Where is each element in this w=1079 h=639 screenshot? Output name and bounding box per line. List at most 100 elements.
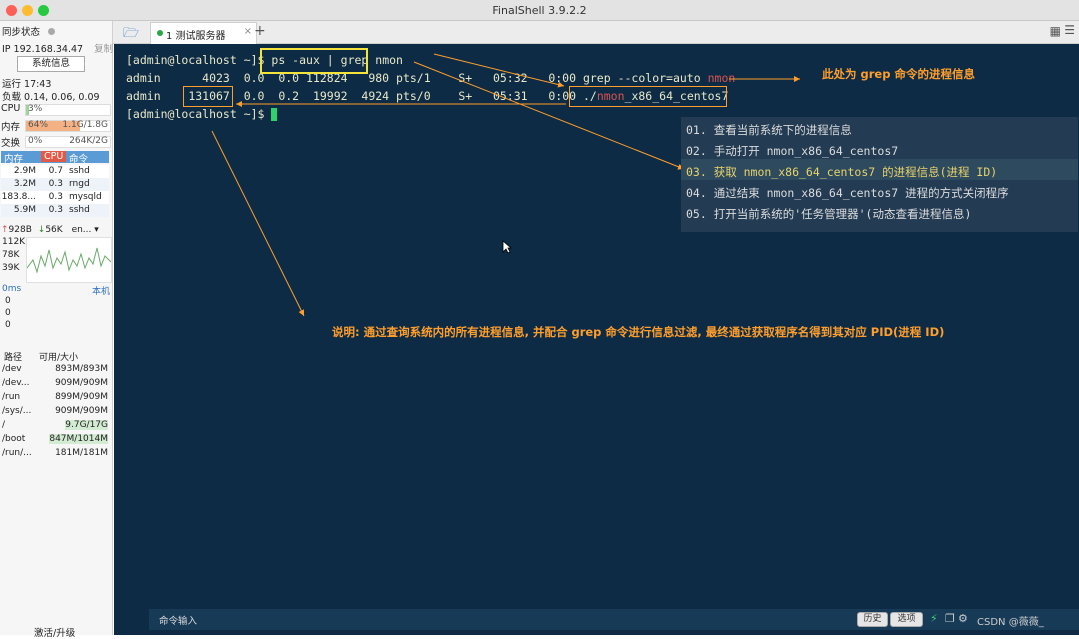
copy-icon[interactable]: ❐ [945,612,955,625]
folder-icon[interactable]: 🗁 [123,24,139,46]
sync-status-dot-icon [48,28,56,35]
memory-usage: 内存 64% 1.1G/1.8G [1,119,111,133]
proc-cmd: sshd [69,166,90,176]
cpu-usage: CPU 3% [1,103,111,116]
history-button[interactable]: 历史 [857,612,888,627]
fs-size: 847M/1014M [49,434,108,444]
fs-row[interactable]: / 9.7G/17G [1,419,109,433]
cpu-percent: 3% [28,104,43,114]
menu-item[interactable]: 04. 通过结束 nmon_x86_64_centos7 进程的方式关闭程序 [686,185,1009,201]
proc-cmd: rngd [69,179,90,189]
latency-host[interactable]: 本机 [92,284,110,297]
network-header: ↑928B ↓56K en... ▾ [1,225,109,235]
options-button[interactable]: 选项 [890,612,923,627]
grep-annotation: 此处为 grep 命令的进程信息 [822,67,975,81]
fs-path: /sys/... [2,406,32,416]
tab-server[interactable]: 1 测试服务器 × [150,22,257,44]
lightning-icon[interactable]: ⚡ [930,612,938,625]
system-info-button[interactable]: 系统信息 [17,56,85,72]
latency-value: 0 [5,308,11,318]
proc-cmd: sshd [69,205,90,215]
copy-ip-button[interactable]: 复制 [94,44,113,55]
proc-cpu: 0.3 [48,179,63,189]
memory-used: 1.1G/1.8G [62,120,108,130]
proc-col-mem[interactable]: 内存 [4,151,23,165]
tab-label: 1 测试服务器 [166,31,226,42]
ip-text: IP 192.168.34.47 [2,44,84,55]
fs-size: 181M/181M [55,448,108,458]
fs-row[interactable]: /run/... 181M/181M [1,447,109,461]
fs-col-path[interactable]: 路径 [4,350,22,363]
title-bar: FinalShell 3.9.2.2 [0,0,1079,21]
fs-row[interactable]: /run 899M/909M [1,391,109,405]
fs-size: 909M/909M [55,406,108,416]
fs-row[interactable]: /dev... 909M/909M [1,377,109,391]
arrow-cmd-to-path [433,53,565,88]
fs-col-size[interactable]: 可用/大小 [39,350,78,363]
swap-usage: 交换 0% 264K/2G [1,135,111,149]
latency-label: 0ms [2,284,22,294]
swap-label: 交换 [1,138,21,149]
close-tab-icon[interactable]: × [244,26,252,37]
menu-icon[interactable]: ☰ [1064,23,1075,37]
uptime: 运行 17:43 [2,79,52,90]
fs-path: / [2,420,6,430]
net-upload: 928B [8,225,32,235]
fs-row[interactable]: /boot 847M/1014M [1,433,109,447]
net-scale-low: 39K [2,263,20,273]
chevron-down-icon[interactable]: ▾ [94,225,99,235]
latency-value: 0 [5,296,11,306]
fs-row[interactable]: /dev 893M/893M [1,363,109,377]
server-ip: IP 192.168.34.47 复制 [2,41,113,55]
memory-label: 内存 [1,122,21,133]
grid-view-icon[interactable]: ▦ [1050,24,1061,38]
add-tab-icon[interactable]: + [254,23,266,39]
sidebar: 同步状态 IP 192.168.34.47 复制 系统信息 运行 17:43 负… [0,21,113,639]
proc-cpu: 0.7 [48,166,63,176]
watermark-text: CSDN @薇薇_ [977,617,1044,628]
arrow-to-menu [413,61,685,170]
fs-path: /boot [2,434,26,444]
proc-mem: 183.8... [1,192,36,202]
proc-col-cmd[interactable]: 命令 [69,151,88,165]
explain-annotation: 说明: 通过查询系统内的所有进程信息, 并配合 grep 命令进行信息过滤, 最… [332,325,945,339]
menu-item-selected[interactable]: 03. 获取 nmon_x86_64_centos7 的进程信息(进程 ID) [686,164,997,180]
upgrade-link[interactable]: 激活/升级 [34,625,75,639]
arrow-to-explain [211,130,305,317]
process-table-header: 内存 CPU 命令 [1,151,109,165]
fs-row[interactable]: /sys/... 909M/909M [1,405,109,419]
fs-size: 909M/909M [55,378,108,388]
fs-path: /dev... [2,378,30,388]
proc-col-cpu[interactable]: CPU [41,151,67,162]
terminal[interactable]: [admin@localhost ~]$ ps -aux | grep nmon… [114,44,1079,635]
proc-mem: 3.2M [13,179,36,189]
fs-size: 893M/893M [55,364,108,374]
command-input-bar[interactable]: 命令输入 历史 选项 ⚡ ❐ ⚙ CSDN @薇薇_ [149,609,1079,630]
network-sparkline [26,247,112,274]
proc-cpu: 0.3 [48,205,63,215]
menu-item[interactable]: 01. 查看当前系统下的进程信息 [686,122,852,138]
network-chart [26,237,112,283]
swap-percent: 0% [28,136,43,146]
fs-size: 9.7G/17G [65,420,108,430]
process-row[interactable]: 5.9M 0.3 sshd [1,204,109,217]
latency-value: 0 [5,320,11,330]
swap-used: 264K/2G [69,136,108,146]
fs-path: /dev [2,364,22,374]
net-interface-select[interactable]: en... [72,225,92,235]
sync-status: 同步状态 [2,24,56,38]
proc-cmd: mysqld [69,192,102,202]
load-average: 负载 0.14, 0.06, 0.09 [2,92,100,103]
menu-item[interactable]: 02. 手动打开 nmon_x86_64_centos7 [686,143,898,159]
menu-item[interactable]: 05. 打开当前系统的'任务管理器'(动态查看进程信息) [686,206,971,222]
process-row[interactable]: 3.2M 0.3 rngd [1,178,109,191]
settings-icon[interactable]: ⚙ [958,612,968,625]
mouse-pointer-icon [502,240,512,254]
cpu-label: CPU [1,103,21,114]
sync-status-label: 同步状态 [2,27,41,38]
process-row[interactable]: 2.9M 0.7 sshd [1,165,109,178]
net-scale-high: 112K [2,237,26,247]
process-row[interactable]: 183.8... 0.3 mysqld [1,191,109,204]
command-input-label[interactable]: 命令输入 [159,613,197,627]
memory-percent: 64% [28,120,49,130]
